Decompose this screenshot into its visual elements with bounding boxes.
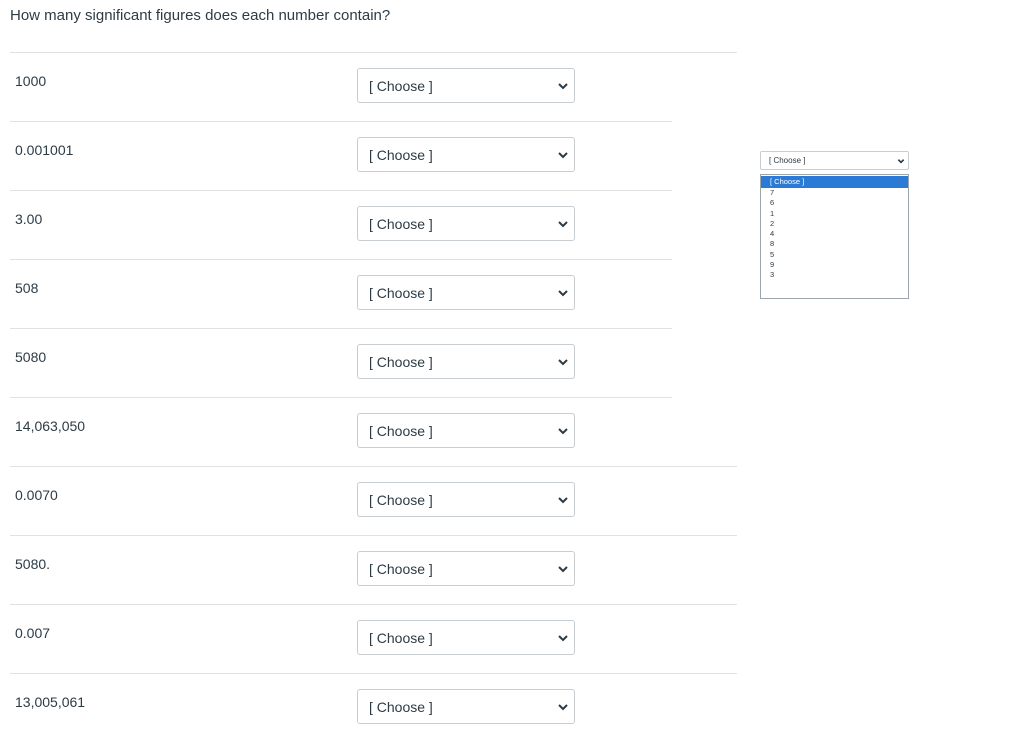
chevron-down-icon <box>558 704 568 711</box>
question-row: 5080. [ Choose ] <box>10 536 737 605</box>
question-row: 0.007 [ Choose ] <box>10 605 737 674</box>
number-label: 5080 <box>15 349 47 365</box>
dropdown-option-1[interactable]: 1 <box>761 209 908 219</box>
dropdown-option-3[interactable]: 3 <box>761 270 908 280</box>
chevron-down-icon <box>558 290 568 297</box>
number-label: 0.0070 <box>15 487 58 503</box>
question-row: 14,063,050 [ Choose ] <box>10 398 737 467</box>
dropdown-option-list: [ Choose ] 7 6 1 2 4 8 5 9 3 <box>760 174 909 299</box>
select-value: [ Choose ] <box>369 630 433 646</box>
dropdown-option-choose[interactable]: [ Choose ] <box>761 176 908 188</box>
sig-fig-select[interactable]: [ Choose ] <box>357 551 575 586</box>
question-row: 3.00 [ Choose ] <box>10 191 737 260</box>
chevron-down-icon <box>558 566 568 573</box>
chevron-down-icon <box>558 152 568 159</box>
dropdown-option-5[interactable]: 5 <box>761 250 908 260</box>
select-value: [ Choose ] <box>369 147 433 163</box>
number-label: 508 <box>15 280 39 296</box>
select-value: [ Choose ] <box>369 699 433 715</box>
question-row: 508 [ Choose ] <box>10 260 737 329</box>
chevron-down-icon <box>558 359 568 366</box>
question-row: 13,005,061 [ Choose ] <box>10 674 737 743</box>
dropdown-option-6[interactable]: 6 <box>761 198 908 208</box>
chevron-down-icon <box>558 83 568 90</box>
number-label: 0.007 <box>15 625 51 641</box>
number-label: 1000 <box>15 73 47 89</box>
popup-select[interactable]: [ Choose ] <box>760 151 909 170</box>
dropdown-option-4[interactable]: 4 <box>761 229 908 239</box>
dropdown-option-7[interactable]: 7 <box>761 188 908 198</box>
question-text: How many significant figures does each n… <box>10 7 391 24</box>
select-value: [ Choose ] <box>369 354 433 370</box>
select-value: [ Choose ] <box>369 492 433 508</box>
chevron-down-icon <box>558 221 568 228</box>
sig-fig-select[interactable]: [ Choose ] <box>357 137 575 172</box>
select-value: [ Choose ] <box>369 216 433 232</box>
sig-fig-select[interactable]: [ Choose ] <box>357 344 575 379</box>
question-row: 0.0070 [ Choose ] <box>10 467 737 536</box>
select-value: [ Choose ] <box>369 561 433 577</box>
select-value: [ Choose ] <box>369 285 433 301</box>
sig-fig-select[interactable]: [ Choose ] <box>357 689 575 724</box>
dropdown-popup: [ Choose ] [ Choose ] 7 6 1 2 4 8 5 9 3 <box>760 151 909 299</box>
number-label: 14,063,050 <box>15 418 86 434</box>
chevron-down-icon <box>897 159 905 164</box>
dropdown-option-2[interactable]: 2 <box>761 219 908 229</box>
chevron-down-icon <box>558 497 568 504</box>
sig-fig-select[interactable]: [ Choose ] <box>357 275 575 310</box>
chevron-down-icon <box>558 635 568 642</box>
dropdown-option-9[interactable]: 9 <box>761 260 908 270</box>
sig-fig-select[interactable]: [ Choose ] <box>357 68 575 103</box>
dropdown-option-8[interactable]: 8 <box>761 239 908 249</box>
select-value: [ Choose ] <box>369 78 433 94</box>
number-label: 3.00 <box>15 211 43 227</box>
number-label: 0.001001 <box>15 142 74 158</box>
sig-fig-select[interactable]: [ Choose ] <box>357 482 575 517</box>
question-row: 0.001001 [ Choose ] <box>10 122 737 191</box>
popup-select-value: [ Choose ] <box>769 156 806 165</box>
sig-fig-select[interactable]: [ Choose ] <box>357 620 575 655</box>
chevron-down-icon <box>558 428 568 435</box>
select-value: [ Choose ] <box>369 423 433 439</box>
number-label: 13,005,061 <box>15 694 86 710</box>
question-row: 1000 [ Choose ] <box>10 53 737 122</box>
sig-fig-select[interactable]: [ Choose ] <box>357 206 575 241</box>
question-row: 5080 [ Choose ] <box>10 329 737 398</box>
number-label: 5080. <box>15 556 51 572</box>
sig-fig-select[interactable]: [ Choose ] <box>357 413 575 448</box>
